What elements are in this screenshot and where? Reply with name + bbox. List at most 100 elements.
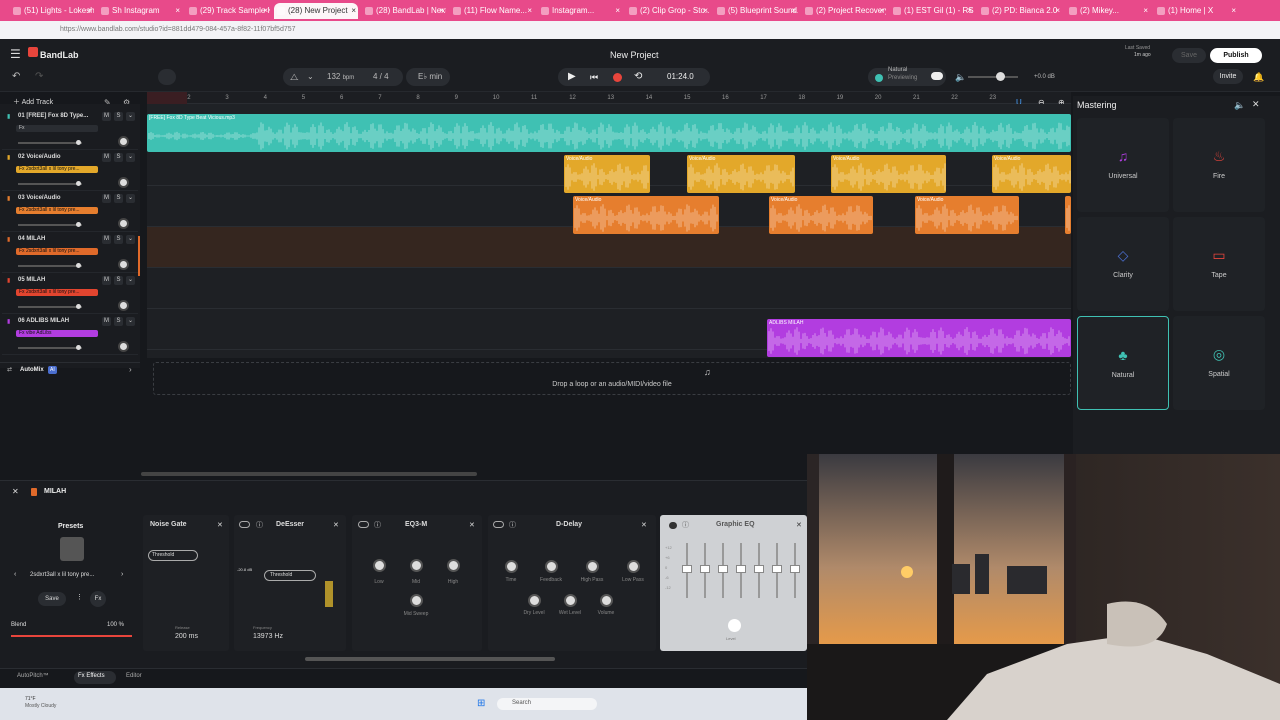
audio-clip[interactable]: ADLIBS MILAH xyxy=(767,319,1071,357)
track-volume-slider[interactable] xyxy=(18,263,82,268)
pan-knob[interactable] xyxy=(118,341,129,352)
browser-tab[interactable]: (28) New Project × xyxy=(274,3,358,19)
browser-tab[interactable]: (2) Clip Grop - Sto... × xyxy=(626,3,710,19)
chevron-right-icon[interactable]: › xyxy=(121,571,123,578)
solo-button[interactable]: S xyxy=(114,276,123,285)
pan-knob[interactable] xyxy=(118,218,129,229)
pan-knob[interactable] xyxy=(118,136,129,147)
close-icon[interactable]: × xyxy=(967,3,972,19)
audio-clip[interactable]: Voice/Audio xyxy=(831,155,946,193)
mastering-preset-universal[interactable]: ♫ Universal xyxy=(1077,118,1169,212)
key-signature[interactable]: E♭ min xyxy=(418,69,442,85)
browser-tab[interactable]: (1) Home | X × xyxy=(1154,3,1238,19)
mute-button[interactable]: M xyxy=(102,153,111,162)
browser-tab[interactable]: (2) Project Recovery...× xyxy=(802,3,886,19)
record-icon[interactable] xyxy=(613,73,622,82)
track-volume-slider[interactable] xyxy=(18,304,82,309)
url-text[interactable]: https://www.bandlab.com/studio?id=881dd4… xyxy=(60,24,1100,36)
info-icon[interactable]: ⓘ xyxy=(682,520,689,530)
save-button[interactable]: Save xyxy=(1172,48,1206,63)
delay-knob[interactable] xyxy=(545,560,558,573)
browser-tab[interactable]: (1) EST Gil (1) - RSS...× xyxy=(890,3,974,19)
eq3-mid-sweep-knob[interactable] xyxy=(410,594,423,607)
audio-clip[interactable] xyxy=(1065,196,1071,234)
track-fx-tag[interactable]: Fx 2sdxrt3all x lil tony pre... xyxy=(16,207,98,214)
fx-icon[interactable]: Fx xyxy=(90,591,106,607)
bpm-value[interactable]: 132 bpm xyxy=(327,69,354,86)
solo-button[interactable]: S xyxy=(114,112,123,121)
close-icon[interactable]: ✕ xyxy=(796,521,802,529)
loop-region[interactable] xyxy=(147,92,187,104)
audio-clip[interactable]: Voice/Audio xyxy=(573,196,719,234)
delay-knob[interactable] xyxy=(600,594,613,607)
chevron-down-icon[interactable]: ⌄ xyxy=(307,69,314,85)
geq-band-slider[interactable] xyxy=(754,543,764,598)
weather-temp[interactable]: 71°F xyxy=(25,696,36,702)
menu-icon[interactable]: ☰ xyxy=(10,46,21,62)
loop-icon[interactable]: ⟲ xyxy=(634,69,642,85)
release-value[interactable]: 200 ms xyxy=(175,633,198,640)
delay-knob[interactable] xyxy=(564,594,577,607)
speaker-icon[interactable]: 🔈 xyxy=(955,69,966,85)
browser-tab[interactable]: (51) Lights - Lokesh Y...× xyxy=(10,3,94,19)
volume-handle[interactable] xyxy=(76,304,81,309)
close-icon[interactable]: × xyxy=(615,3,620,19)
volume-handle[interactable] xyxy=(76,345,81,350)
mute-button[interactable]: M xyxy=(102,194,111,203)
tab-autopitch[interactable]: AutoPitch™ xyxy=(17,673,49,679)
chevron-down-icon[interactable]: ⌄ xyxy=(126,153,135,162)
timeline-ruler[interactable]: 1234567891011121314151617181920212223 xyxy=(147,92,1071,104)
close-icon[interactable]: ✕ xyxy=(217,521,223,529)
audio-clip[interactable]: Voice/Audio xyxy=(769,196,873,234)
close-icon[interactable]: ✕ xyxy=(641,521,647,529)
close-icon[interactable]: × xyxy=(879,3,884,19)
close-icon[interactable]: × xyxy=(1143,3,1148,19)
audio-clip[interactable]: Voice/Audio xyxy=(564,155,650,193)
mixer-icon[interactable] xyxy=(158,69,176,85)
close-icon[interactable]: × xyxy=(1055,3,1060,19)
track-fx-tag[interactable]: Fx 2sdxrt3all x lil tony pre... xyxy=(16,166,98,173)
volume-handle[interactable] xyxy=(76,140,81,145)
solo-button[interactable]: S xyxy=(114,235,123,244)
geq-band-handle[interactable] xyxy=(754,565,764,573)
solo-button[interactable]: S xyxy=(114,317,123,326)
mute-button[interactable]: M xyxy=(102,276,111,285)
taskbar-search-text[interactable]: Search xyxy=(512,700,531,706)
close-icon[interactable]: × xyxy=(1231,3,1236,19)
track-volume-slider[interactable] xyxy=(18,345,82,350)
automix-row[interactable]: ⇄ AutoMix AI › xyxy=(0,362,140,376)
deesser-threshold[interactable]: Threshold xyxy=(264,570,316,581)
master-volume-slider[interactable] xyxy=(968,76,1018,78)
bpm-number[interactable]: 132 xyxy=(327,72,340,81)
pan-knob[interactable] xyxy=(118,177,129,188)
volume-handle[interactable] xyxy=(76,263,81,268)
level-knob[interactable] xyxy=(728,619,741,632)
delay-knob[interactable] xyxy=(586,560,599,573)
tab-editor[interactable]: Editor xyxy=(126,673,142,679)
geq-band-slider[interactable] xyxy=(682,543,692,598)
pan-knob[interactable] xyxy=(118,300,129,311)
info-icon[interactable]: ⓘ xyxy=(256,520,263,530)
frequency-value[interactable]: 13973 Hz xyxy=(253,633,283,640)
mute-button[interactable]: M xyxy=(102,112,111,121)
close-icon[interactable]: ✕ xyxy=(1252,99,1260,110)
windows-start-icon[interactable]: ⊞ xyxy=(477,698,485,709)
chevron-down-icon[interactable]: ⌄ xyxy=(126,194,135,203)
browser-tab[interactable]: (28) BandLab | Next Home× xyxy=(362,3,446,19)
play-icon[interactable]: ▶ xyxy=(568,69,576,85)
solo-button[interactable]: S xyxy=(114,194,123,203)
track-fx-tag[interactable]: Fx xyxy=(16,125,98,132)
geq-band-slider[interactable] xyxy=(736,543,746,598)
chevron-down-icon[interactable]: ⌄ xyxy=(126,235,135,244)
preset-save-button[interactable]: Save xyxy=(38,592,66,606)
track-fx-tag[interactable]: Fx vibe AdLibs xyxy=(16,330,98,337)
browser-tab[interactable]: (29) Track Sample K...× xyxy=(186,3,270,19)
close-icon[interactable]: × xyxy=(703,3,708,19)
track-lane[interactable] xyxy=(147,268,1071,309)
horizontal-scrollbar[interactable] xyxy=(141,472,477,476)
preview-toggle[interactable] xyxy=(931,72,943,80)
info-icon[interactable]: ⓘ xyxy=(374,520,381,530)
speaker-icon[interactable]: 🔈 xyxy=(1234,100,1245,111)
volume-handle[interactable] xyxy=(76,181,81,186)
chevron-right-icon[interactable]: › xyxy=(129,363,132,377)
